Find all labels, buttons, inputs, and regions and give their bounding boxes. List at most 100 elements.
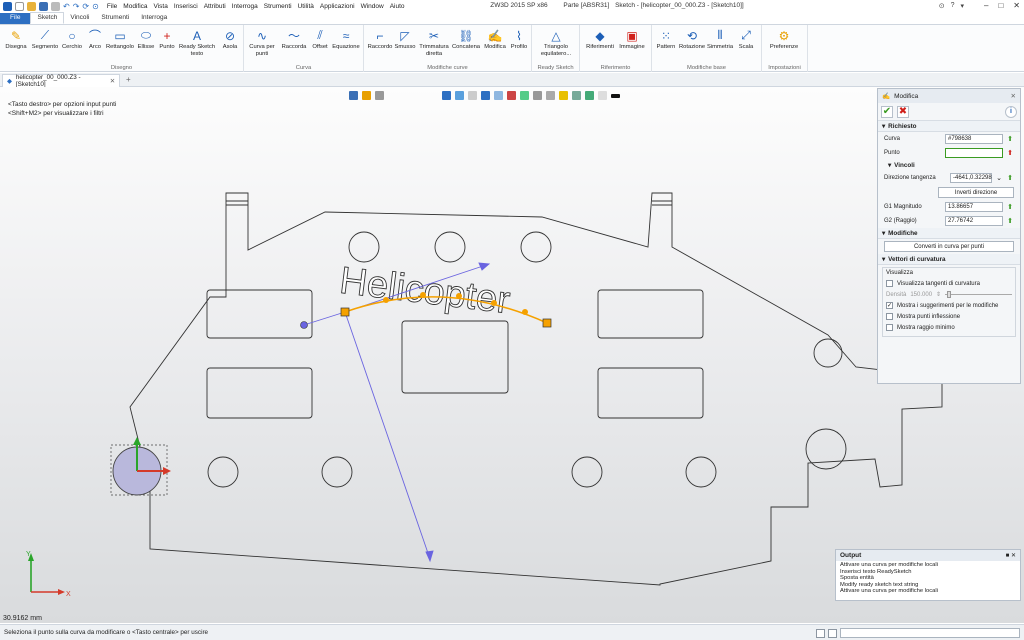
equazione-button[interactable]: ≈ Equazione — [332, 28, 359, 51]
doc-tab-helicopter[interactable]: ◆ helicopter_00_000.Z3 - [Sketch10] ✕ — [2, 74, 120, 88]
arco-button[interactable]: ⌒ Arco — [83, 28, 107, 51]
trimmatura-button[interactable]: ✂ Trimmatura diretta — [419, 28, 448, 57]
pick-icon[interactable]: ⬆ — [1006, 149, 1014, 157]
g1-field[interactable]: 13.86657 — [945, 202, 1003, 212]
control-point[interactable] — [420, 292, 426, 298]
close-tab-icon[interactable]: ✕ — [110, 78, 115, 85]
menu-window[interactable]: Window — [361, 3, 384, 10]
chk-minradius-row[interactable]: Mostra raggio minimo — [886, 322, 1012, 333]
undo-icon[interactable]: ↶ — [63, 2, 70, 11]
triangolo-button[interactable]: △ Triangolo equilatero... — [541, 28, 571, 57]
immagine-button[interactable]: ▣ Immagine — [619, 28, 644, 51]
control-point[interactable] — [491, 300, 497, 306]
helicopter-text[interactable]: Helicopter — [337, 259, 513, 323]
scala-button[interactable]: ⤢ Scala — [734, 28, 758, 51]
close-icon[interactable]: ✕ — [1013, 1, 1020, 10]
menu-utilita[interactable]: Utilità — [298, 3, 314, 10]
tab-vincoli[interactable]: Vincoli — [64, 13, 95, 24]
dropdown-icon[interactable]: ▾ — [960, 2, 964, 10]
convert-button[interactable]: Converti in curva per punti — [884, 241, 1014, 252]
help-icon[interactable]: ? — [951, 2, 955, 10]
segmento-button[interactable]: ⟋ Segmento — [32, 28, 58, 51]
riferimenti-button[interactable]: ◆ Riferimenti — [586, 28, 614, 51]
section-modifiche[interactable]: ▾ Modifiche — [878, 228, 1020, 239]
ready-sketch-text-button[interactable]: A Ready Sketch testo — [179, 28, 215, 57]
menu-strumenti[interactable]: Strumenti — [264, 3, 292, 10]
tangent-handle[interactable] — [300, 321, 308, 329]
density-slider[interactable] — [945, 291, 1012, 298]
cerchio-button[interactable]: ○ Cerchio — [60, 28, 84, 51]
slider-thumb[interactable] — [947, 291, 952, 298]
menu-modifica[interactable]: Modifica — [123, 3, 147, 10]
ok-button[interactable]: ✔ — [881, 105, 893, 118]
invert-direction-button[interactable]: Inverti direzione — [938, 187, 1014, 198]
cancel-button[interactable]: ✖ — [897, 105, 909, 118]
status-toggle[interactable] — [816, 628, 825, 638]
tab-sketch[interactable]: Sketch — [30, 12, 65, 24]
density-value[interactable]: 150.000 — [910, 292, 932, 298]
panel-close-icon[interactable]: ✕ — [1011, 92, 1016, 100]
new-tab-icon[interactable]: + — [126, 75, 131, 84]
menu-vista[interactable]: Vista — [154, 3, 168, 10]
curva-per-punti-button[interactable]: ∿ Curva per punti — [249, 28, 274, 57]
menu-file[interactable]: File — [107, 3, 117, 10]
curva-field[interactable]: #798638 — [945, 134, 1003, 144]
curve-start-handle[interactable] — [340, 307, 350, 317]
offset-button[interactable]: ⫽ Offset — [308, 28, 332, 51]
chk-tangent-row[interactable]: Visualizza tangenti di curvatura — [886, 278, 1012, 289]
section-richiesto[interactable]: ▾ Richiesto — [878, 121, 1020, 132]
chk-tangent[interactable] — [886, 280, 893, 287]
settings-icon[interactable] — [51, 2, 60, 11]
chk-suggest[interactable]: ✓ — [886, 302, 893, 309]
chk-suggest-row[interactable]: ✓ Mostra i suggerimenti per le modifiche — [886, 300, 1012, 311]
info-icon[interactable]: i — [1005, 105, 1017, 118]
refresh-icon[interactable]: ⟳ — [82, 2, 89, 11]
open-folder-icon[interactable] — [27, 2, 36, 11]
pick-icon[interactable]: ⬆ — [1006, 135, 1014, 143]
maximize-icon[interactable]: □ — [998, 1, 1003, 10]
disegna-button[interactable]: ✎ Disegna — [4, 28, 28, 51]
rettangolo-button[interactable]: ▭ Rettangolo — [106, 28, 134, 51]
curve-end-handle[interactable] — [542, 318, 552, 328]
output-pin-icon[interactable]: ■ ✕ — [1006, 552, 1016, 559]
chk-minradius[interactable] — [886, 324, 893, 331]
control-point[interactable] — [456, 293, 462, 299]
chk-inflection-row[interactable]: Mostra punti inflessione — [886, 311, 1012, 322]
rotazione-button[interactable]: ⟲ Rotazione — [679, 28, 705, 51]
tangent-vector-back[interactable] — [303, 311, 346, 326]
new-file-icon[interactable] — [15, 2, 24, 11]
pick-icon[interactable]: ⬆ — [1006, 203, 1014, 211]
profilo-button[interactable]: ⌇ Profilo — [507, 28, 531, 51]
pick-icon[interactable]: ⬆ — [1006, 174, 1014, 182]
tab-strumenti[interactable]: Strumenti — [95, 13, 135, 24]
section-vettori[interactable]: ▾ Vettori di curvatura — [878, 254, 1020, 265]
menu-inserisci[interactable]: Inserisci — [174, 3, 198, 10]
status-toggle[interactable] — [828, 628, 837, 638]
asola-button[interactable]: ⊘ Asola — [218, 28, 242, 51]
pick-icon[interactable]: ⬆ — [1006, 217, 1014, 225]
curvature-vector[interactable] — [344, 311, 431, 560]
menu-applicazioni[interactable]: Applicazioni — [320, 3, 355, 10]
section-vincoli[interactable]: ▾ Vincoli — [878, 160, 1020, 171]
chk-inflection[interactable] — [886, 313, 893, 320]
save-icon[interactable] — [39, 2, 48, 11]
menu-attributi[interactable]: Attributi — [204, 3, 226, 10]
redo-icon[interactable]: ↷ — [73, 2, 80, 11]
tab-interroga[interactable]: Interroga — [135, 13, 173, 24]
control-point[interactable] — [383, 297, 389, 303]
spinner-icon[interactable]: ⇕ — [936, 291, 941, 298]
concatena-button[interactable]: ⛓ Concatena — [452, 28, 480, 51]
sketch-canvas[interactable]: <Tasto destro> per opzioni input punti <… — [0, 87, 1024, 623]
tab-file[interactable]: File — [0, 13, 31, 24]
pattern-button[interactable]: ⁙ Pattern — [654, 28, 678, 51]
raccordo-button[interactable]: ⌐ Raccordo — [368, 28, 393, 51]
direction-option-icon[interactable]: ⌄ — [995, 174, 1003, 182]
control-point[interactable] — [522, 309, 528, 315]
command-input[interactable] — [840, 628, 1020, 638]
modifica-button[interactable]: ✍ Modifica — [483, 28, 507, 51]
smusso-button[interactable]: ◸ Smusso — [393, 28, 417, 51]
punto-button[interactable]: + Punto — [155, 28, 179, 51]
menu-interroga[interactable]: Interroga — [232, 3, 258, 10]
select-icon[interactable]: ⊙ — [92, 2, 99, 11]
g2-field[interactable]: 27.76742 — [945, 216, 1003, 226]
